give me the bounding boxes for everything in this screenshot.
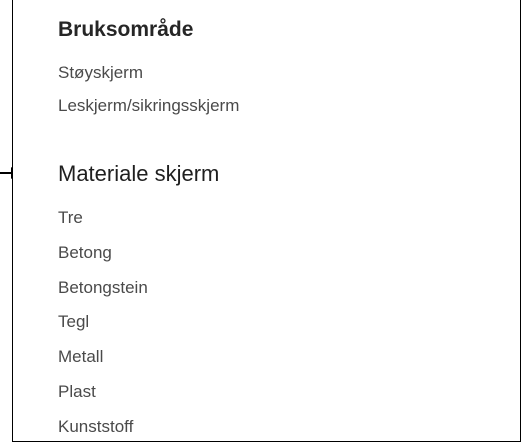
filter-option-kunststoff[interactable]: Kunststoff [58, 417, 133, 437]
filter-option-leskjerm[interactable]: Leskjerm/sikringsskjerm [58, 96, 239, 116]
section-title-materiale: Materiale skjerm [58, 161, 220, 186]
filter-panel: Bruksområde Støyskjerm Leskjerm/sikrings… [12, 0, 521, 442]
filter-option-tegl[interactable]: Tegl [58, 312, 89, 332]
section-title-bruksomrade: Bruksområde [58, 18, 194, 41]
filter-option-tre[interactable]: Tre [58, 208, 83, 228]
filter-option-betong[interactable]: Betong [58, 243, 112, 263]
filter-option-stoyskjerm[interactable]: Støyskjerm [58, 63, 143, 83]
filter-option-metall[interactable]: Metall [58, 347, 103, 367]
filter-option-plast[interactable]: Plast [58, 382, 96, 402]
filter-option-betongstein[interactable]: Betongstein [58, 278, 148, 298]
